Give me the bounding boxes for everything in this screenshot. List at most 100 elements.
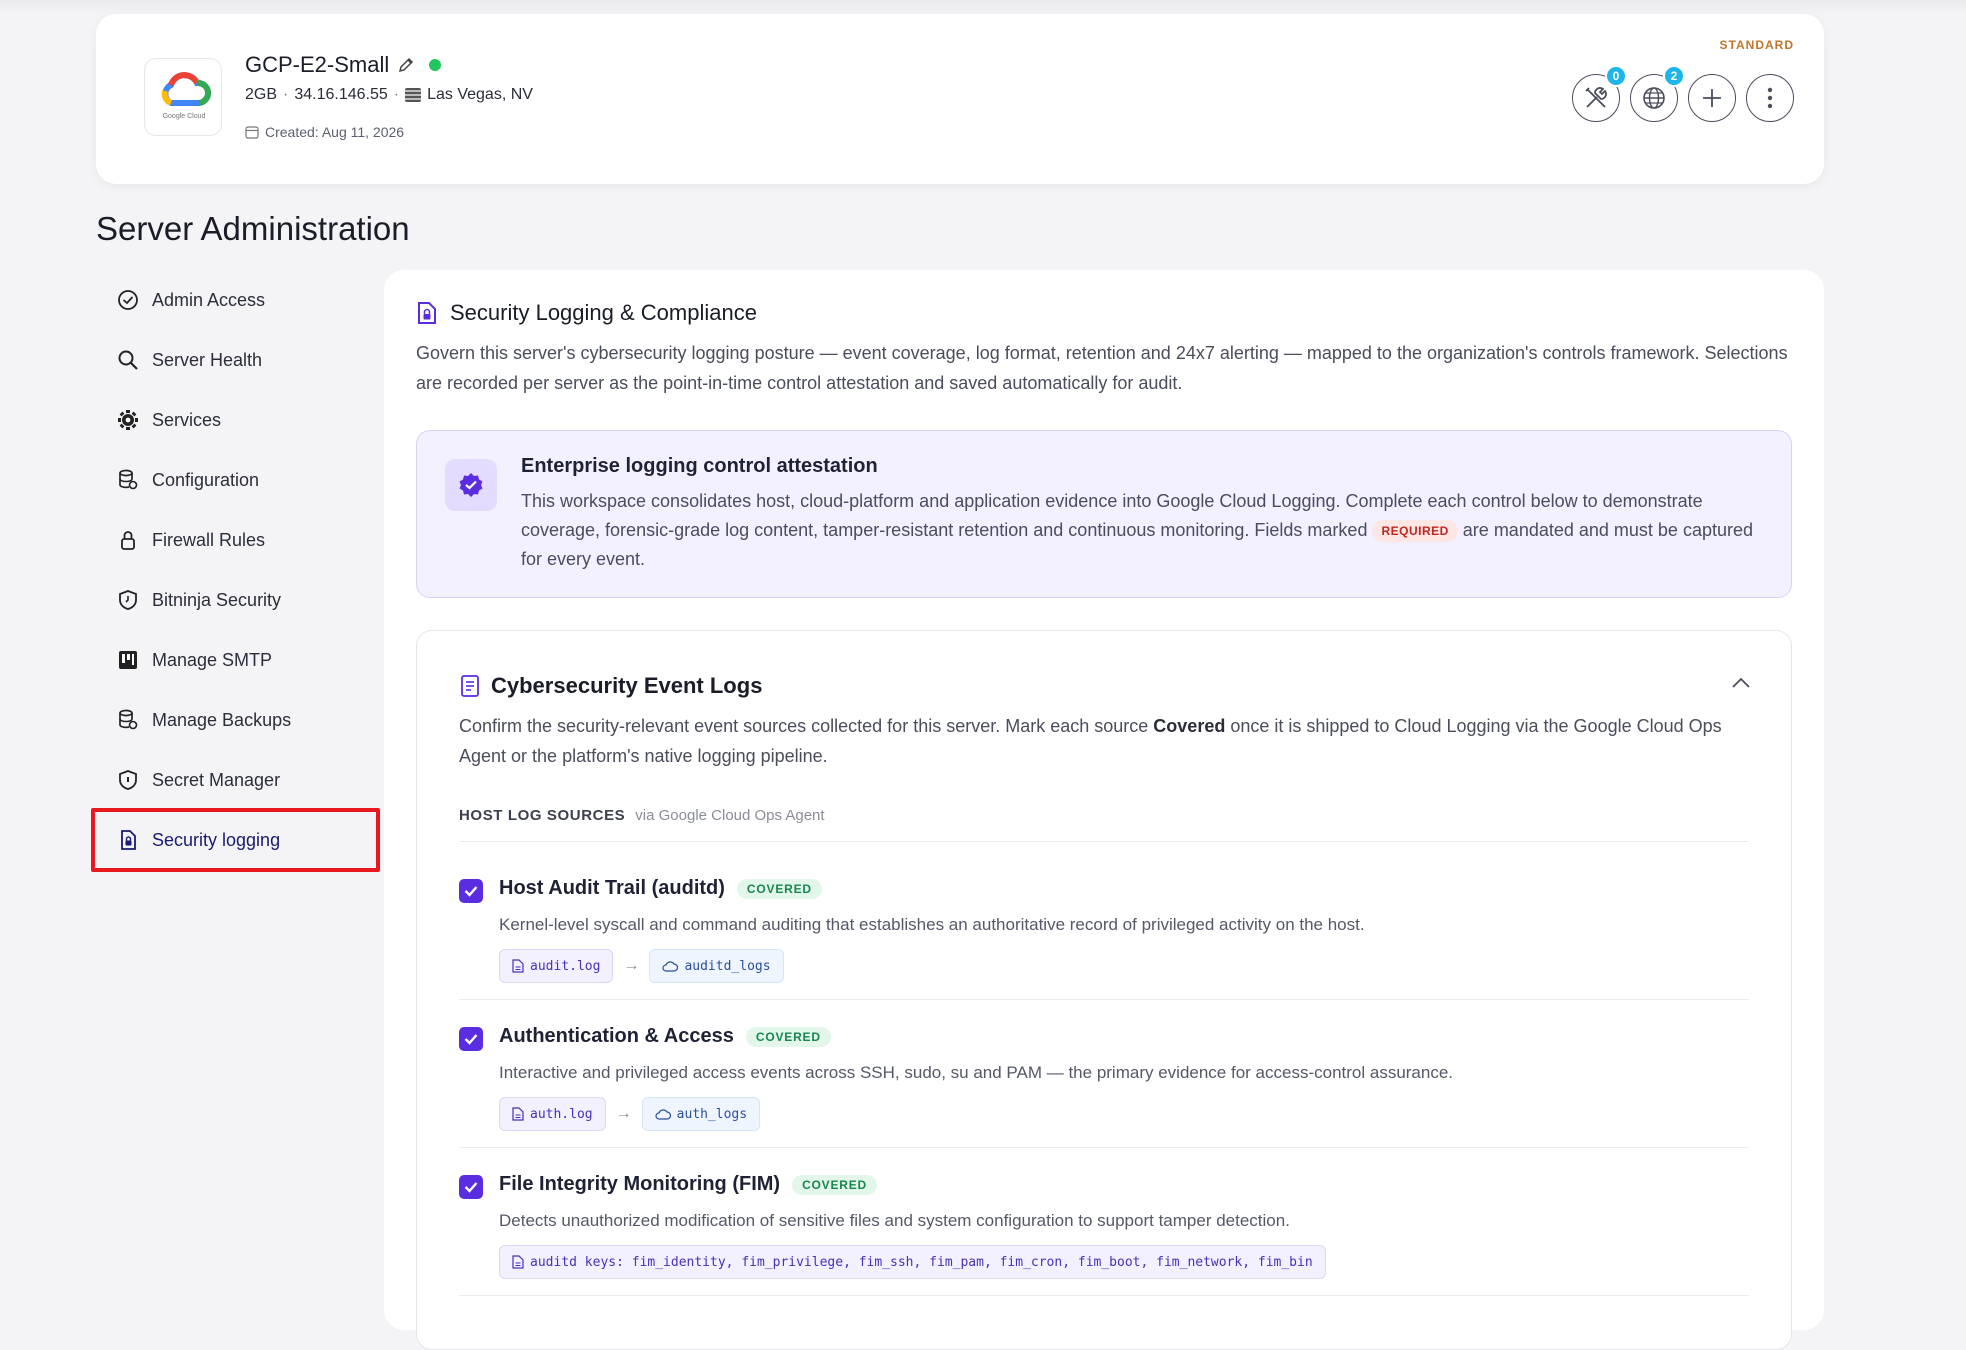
sidebar-item-label: Manage Backups [152, 709, 292, 730]
lock-icon [116, 528, 140, 552]
gear-icon [116, 408, 140, 432]
file-icon [512, 959, 524, 973]
calendar-icon [245, 126, 259, 139]
log-file-chip: audit.log [499, 949, 614, 983]
source-description: Interactive and privileged access events… [499, 1063, 1454, 1082]
sidebar-item-secret-manager[interactable]: Secret Manager [96, 750, 376, 810]
sidebar-item-security-logging[interactable]: Security logging [91, 808, 380, 872]
server-name: GCP-E2-Small [245, 52, 390, 77]
wrench-screwdriver-icon [1585, 87, 1607, 108]
divider [459, 999, 1749, 1000]
sidebar-item-bitninja-security[interactable]: Bitninja Security [96, 570, 376, 630]
source-description: Kernel-level syscall and command auditin… [499, 915, 1365, 934]
server-ram: 2GB [245, 86, 278, 103]
security-logging-panel: Security Logging & Compliance Govern thi… [384, 270, 1824, 1350]
tools-badge: 0 [1605, 65, 1627, 87]
sidebar-item-label: Secret Manager [152, 769, 281, 790]
source-description: Detects unauthorized modification of sen… [499, 1211, 1290, 1230]
log-destination-name: auditd_logs [684, 958, 771, 974]
sidebar-item-label: Server Health [152, 349, 263, 370]
server-ip: 34.16.146.55 [294, 86, 388, 103]
host-log-sources-label: HOST LOG SOURCES via Google Cloud Ops Age… [459, 807, 825, 824]
network-badge: 2 [1663, 65, 1685, 87]
source-label: HOST LOG SOURCES [459, 807, 626, 824]
source-title: File Integrity Monitoring (FIM) [499, 1173, 781, 1195]
page-title: Server Administration [96, 210, 410, 247]
sidebar-item-manage-smtp[interactable]: Manage SMTP [96, 630, 376, 690]
server-actions: 0 2 [1572, 65, 1794, 122]
server-meta: 2GB · 34.16.146.55 · Las Vegas, NV [245, 86, 533, 104]
divider [459, 1295, 1749, 1296]
plus-icon [1703, 89, 1721, 107]
source-title: Authentication & Access [499, 1025, 734, 1047]
panel-description: Govern this server's cybersecurity loggi… [416, 343, 1788, 393]
events-desc-start: Confirm the security-relevant event sour… [459, 716, 1154, 736]
more-options-button[interactable] [1746, 74, 1794, 122]
attestation-title: Enterprise logging control attestation [521, 455, 878, 477]
arrow-icon: → [615, 1105, 632, 1122]
sidebar-item-manage-backups[interactable]: Manage Backups [96, 690, 376, 750]
covered-checkbox[interactable] [459, 879, 483, 903]
google-cloud-logo: Google Cloud [144, 58, 222, 136]
event-logs-header: Cybersecurity Event Logs [459, 673, 762, 699]
server-header-card: Google Cloud GCP-E2-Small 2GB · 34.16.14… [96, 14, 1824, 184]
source-title-row: File Integrity Monitoring (FIM) COVERED [499, 1173, 878, 1196]
sidebar-item-services[interactable]: Services [96, 390, 376, 450]
sidebar-item-admin-access[interactable]: Admin Access [96, 270, 376, 330]
event-logs-description: Confirm the security-relevant event sour… [459, 711, 1749, 771]
server-created: Created: Aug 11, 2026 [245, 124, 404, 140]
database-icon [116, 468, 140, 492]
sidebar-item-label: Services [152, 409, 222, 430]
log-destination-name: auth_logs [676, 1106, 748, 1122]
sidebar-item-label: Firewall Rules [152, 529, 266, 550]
sidebar-item-label: Bitninja Security [152, 589, 282, 610]
sidebar-item-configuration[interactable]: Configuration [96, 450, 376, 510]
event-logs-section: Cybersecurity Event Logs Confirm the sec… [416, 630, 1792, 1350]
sidebar-item-label: Manage SMTP [152, 649, 273, 670]
tools-button[interactable]: 0 [1572, 65, 1627, 122]
server-name-row: GCP-E2-Small [245, 52, 442, 78]
admin-sidebar: Admin Access Server Health Services Conf… [91, 270, 380, 872]
chevron-up-icon[interactable] [1731, 677, 1751, 689]
panel-header: Security Logging & Compliance [416, 300, 757, 326]
cloud-icon [655, 1109, 671, 1120]
covered-badge: COVERED [745, 1026, 831, 1047]
covered-checkbox[interactable] [459, 1175, 483, 1199]
edit-pencil-icon[interactable] [397, 56, 415, 74]
file-icon [512, 1255, 524, 1269]
attestation-callout: Enterprise logging control attestation T… [416, 430, 1792, 598]
required-pill: REQUIRED [1372, 520, 1458, 543]
arrow-icon: → [623, 957, 640, 974]
sidebar-item-label: Configuration [152, 469, 260, 490]
divider [459, 841, 1749, 842]
smtp-icon [116, 648, 140, 672]
file-icon [512, 1107, 524, 1121]
server-location: Las Vegas, NV [427, 86, 533, 103]
covered-badge: COVERED [736, 878, 822, 899]
check-circle-icon [116, 288, 140, 312]
divider [459, 1147, 1749, 1148]
check-icon [464, 886, 478, 897]
source-chips: auditd keys: fim_identity, fim_privilege… [499, 1245, 1326, 1279]
created-date: Created: Aug 11, 2026 [265, 124, 405, 140]
top-shadow [0, 0, 1966, 14]
log-destination-chip: auditd_logs [649, 949, 784, 983]
search-icon [116, 348, 140, 372]
covered-checkbox[interactable] [459, 1027, 483, 1051]
active-item-highlight [91, 808, 380, 872]
network-button[interactable]: 2 [1630, 65, 1685, 122]
cloud-logo-icon [161, 72, 211, 106]
source-chips: audit.log → auditd_logs [499, 949, 784, 983]
source-sublabel: via Google Cloud Ops Agent [635, 807, 825, 824]
sidebar-item-firewall-rules[interactable]: Firewall Rules [96, 510, 376, 570]
log-file-name: auth.log [530, 1106, 593, 1122]
add-button[interactable] [1688, 74, 1736, 122]
sidebar-item-server-health[interactable]: Server Health [96, 330, 376, 390]
check-icon [464, 1034, 478, 1045]
status-online-dot [429, 59, 442, 71]
source-chips: auth.log → auth_logs [499, 1097, 761, 1131]
log-file-chip: auth.log [499, 1097, 606, 1131]
log-file-name: audit.log [530, 958, 601, 974]
log-list-icon [461, 675, 479, 697]
check-icon [464, 1182, 478, 1193]
